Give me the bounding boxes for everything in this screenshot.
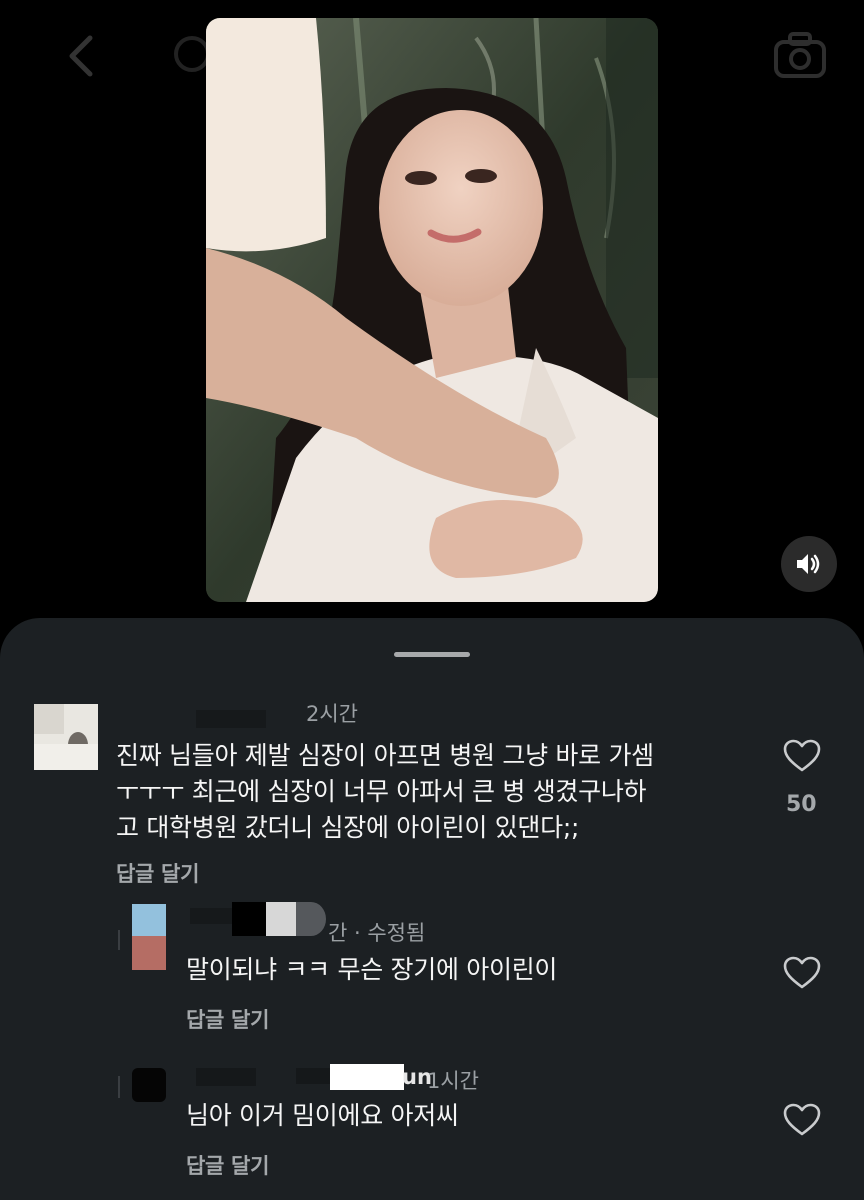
like-count: 50 <box>786 792 817 817</box>
thread-line <box>118 930 120 950</box>
username-redacted <box>330 1064 404 1090</box>
username-redacted <box>232 902 266 936</box>
reply-button[interactable]: 답글 달기 <box>116 858 199 888</box>
camera-icon[interactable] <box>772 30 828 80</box>
heart-icon[interactable] <box>783 956 821 990</box>
avatar[interactable] <box>132 904 166 970</box>
speaker-icon <box>797 554 820 574</box>
comment-time: 간 · 수정됨 <box>328 921 426 945</box>
back-icon[interactable] <box>62 32 102 80</box>
video-image <box>206 18 658 602</box>
comment-text: 진짜 님들아 제발 심장이 아프면 병원 그냥 바로 가셈 ㅜㅜㅜ 최근에 심장… <box>116 741 654 842</box>
reply-button[interactable]: 답글 달기 <box>186 1150 269 1180</box>
reply-button[interactable]: 답글 달기 <box>186 1004 269 1034</box>
comment-text: 말이되냐 ㅋㅋ 무슨 장기에 아이린이 <box>186 955 558 984</box>
username-redacted <box>196 1068 256 1086</box>
video-frame[interactable] <box>206 18 658 602</box>
thread-line <box>118 1076 120 1098</box>
heart-icon[interactable] <box>783 739 821 773</box>
comment-text: 님아 이거 밈이에요 아저씨 <box>186 1101 459 1130</box>
username-redacted <box>266 902 296 936</box>
username-redacted <box>296 902 326 936</box>
username-redacted <box>296 1068 332 1084</box>
heart-icon[interactable] <box>783 1103 821 1137</box>
comment-time: 1시간 <box>427 1069 480 1093</box>
sheet-drag-handle[interactable] <box>394 652 470 657</box>
comment-time: 2시간 <box>306 702 359 726</box>
avatar[interactable] <box>132 1068 166 1102</box>
avatar[interactable] <box>34 704 98 770</box>
comments-sheet: 2시간 진짜 님들아 제발 심장이 아프면 병원 그냥 바로 가셈 ㅜㅜㅜ 최근… <box>0 618 864 1200</box>
username-redacted <box>196 710 266 728</box>
volume-button[interactable] <box>781 536 837 592</box>
